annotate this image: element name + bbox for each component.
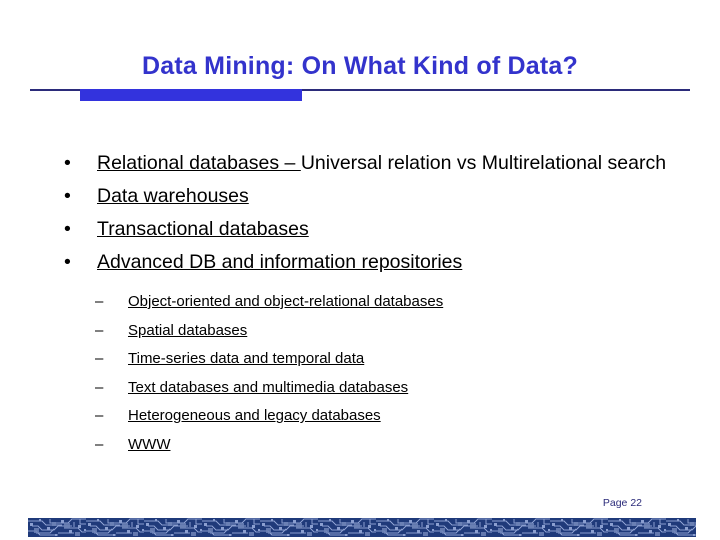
list-item: • Transactional databases: [0, 216, 720, 243]
sub-list-item: – Text databases and multimedia database…: [0, 377, 720, 399]
page-title: Data Mining: On What Kind of Data?: [142, 52, 578, 80]
dash-marker-icon: –: [95, 321, 104, 339]
sub-list-item-label: WWW: [128, 435, 171, 453]
list-item-label-underlined: Advanced DB and information repositories: [97, 251, 463, 273]
dash-marker-icon: –: [95, 435, 104, 453]
slide-canvas: Data Mining: On What Kind of Data? • Rel…: [0, 0, 720, 540]
list-item: • Advanced DB and information repositori…: [0, 249, 720, 276]
list-item: • Data warehouses: [0, 183, 720, 210]
dash-marker-icon: –: [95, 378, 104, 396]
dash-marker-icon: –: [95, 293, 104, 310]
list-item-label-underlined: Relational databases –: [97, 152, 301, 174]
sub-list-item: – Object-oriented and object-relational …: [0, 291, 720, 313]
sub-list-item-label: Text databases and multimedia databases: [128, 378, 409, 396]
footer-circuit-strip: [28, 518, 696, 537]
list-item-label-underlined: Data warehouses: [97, 185, 249, 207]
circuit-pattern-icon: [28, 518, 696, 537]
sub-list-item-label: Time-series data and temporal data: [128, 350, 365, 368]
dash-marker-icon: –: [95, 350, 104, 368]
sub-list-item: – WWW: [0, 434, 720, 456]
bullet-marker-icon: •: [64, 218, 71, 240]
sub-list: – Object-oriented and object-relational …: [0, 291, 720, 456]
sub-list-item-label: Object-oriented and object-relational da…: [128, 293, 444, 310]
sub-list-item-label: Heterogeneous and legacy databases: [128, 407, 381, 425]
sub-list-item: – Spatial databases: [0, 320, 720, 342]
list-item-label-plain: Universal relation vs Multirelational se…: [300, 152, 667, 174]
list-item-label-underlined: Transactional databases: [97, 218, 309, 240]
content-body: • Relational databases – Universal relat…: [0, 150, 720, 463]
dash-marker-icon: –: [95, 407, 104, 425]
sub-list-item: – Time-series data and temporal data: [0, 348, 720, 370]
sub-list-item: – Heterogeneous and legacy databases: [0, 405, 720, 427]
sub-list-item-label: Spatial databases: [128, 321, 248, 339]
bullet-marker-icon: •: [64, 152, 71, 174]
bullet-marker-icon: •: [64, 185, 71, 207]
page-number: Page 22: [602, 497, 642, 509]
bullet-marker-icon: •: [64, 251, 71, 273]
title-accent-bar: [80, 89, 302, 101]
list-item: • Relational databases – Universal relat…: [0, 150, 720, 177]
